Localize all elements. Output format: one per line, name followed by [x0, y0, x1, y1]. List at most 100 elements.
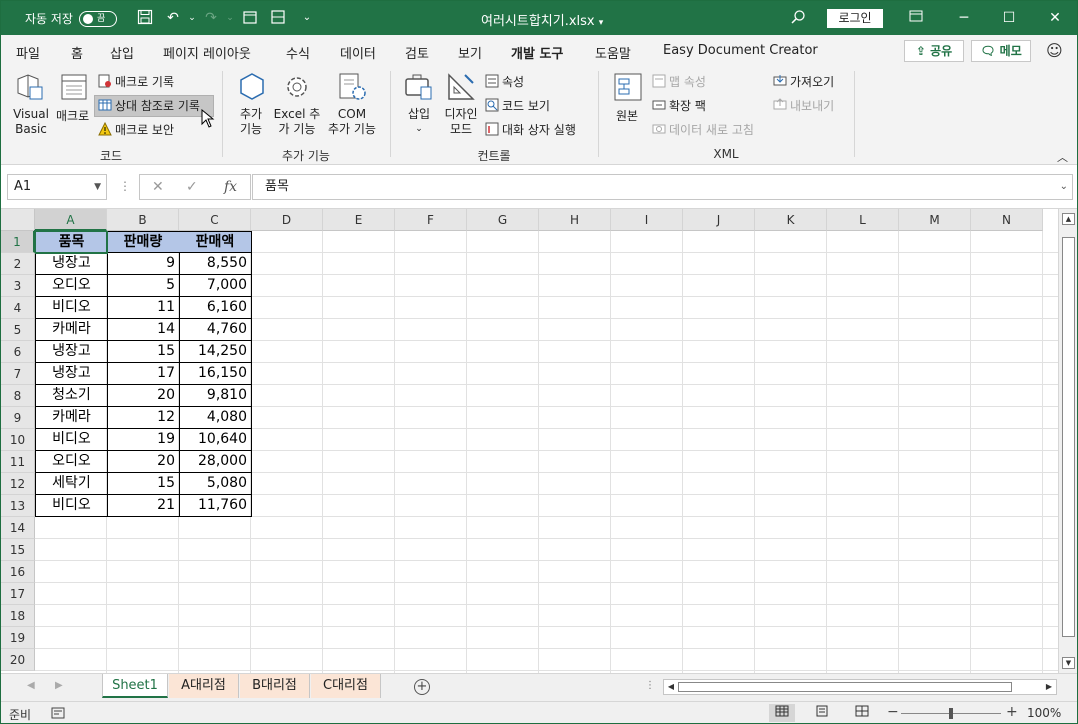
table-cell[interactable]: 8,550 — [179, 253, 252, 275]
table-cell[interactable]: 비디오 — [35, 297, 108, 319]
row-header-18[interactable]: 18 — [1, 605, 35, 627]
record-macro-button[interactable]: 매크로 기록 — [98, 73, 174, 90]
tab-help[interactable]: 도움말 — [595, 43, 631, 62]
zoom-in-icon[interactable]: + — [1006, 704, 1018, 720]
tab-easy-document-creator[interactable]: Easy Document Creator — [663, 43, 818, 58]
table-cell[interactable]: 15 — [107, 473, 180, 495]
memo-button[interactable]: 🗨 메모 — [971, 40, 1031, 62]
expansion-packs-button[interactable]: 확장 팩 — [652, 97, 706, 114]
title-dropdown-icon[interactable]: ▾ — [599, 18, 604, 28]
tab-data[interactable]: 데이터 — [340, 43, 376, 62]
customize-qat-icon[interactable]: ⌄ — [298, 9, 316, 27]
table-cell[interactable]: 카메라 — [35, 407, 108, 429]
table-cell[interactable]: 청소기 — [35, 385, 108, 407]
column-header-m[interactable]: M — [899, 209, 971, 231]
search-icon[interactable] — [789, 9, 807, 27]
tab-file[interactable]: 파일 — [16, 43, 40, 62]
expand-formula-icon[interactable]: ⌄ — [1060, 175, 1068, 199]
row-header-8[interactable]: 8 — [1, 385, 35, 407]
row-header-2[interactable]: 2 — [1, 253, 35, 275]
undo-dropdown-icon[interactable]: ⌄ — [183, 9, 201, 27]
row-header-10[interactable]: 10 — [1, 429, 35, 451]
table-cell[interactable]: 14 — [107, 319, 180, 341]
table-cell[interactable]: 16,150 — [179, 363, 252, 385]
next-sheet-icon[interactable]: ▶ — [55, 680, 63, 691]
table-cell[interactable]: 20 — [107, 451, 180, 473]
table-cell[interactable]: 카메라 — [35, 319, 108, 341]
row-header-1[interactable]: 1 — [1, 231, 35, 253]
save-icon[interactable] — [136, 9, 154, 27]
view-code-button[interactable]: 코드 보기 — [485, 97, 550, 114]
add-sheet-icon[interactable]: + — [414, 679, 430, 695]
table-cell[interactable]: 4,760 — [179, 319, 252, 341]
column-header-h[interactable]: H — [539, 209, 611, 231]
worksheet-grid[interactable]: 품목 판매량 판매액 냉장고 9 8,550 오디오 5 7,000 비디오 11 6,160 카메라 1… — [1, 209, 1058, 673]
tab-page-layout[interactable]: 페이지 레이아웃 — [163, 43, 251, 62]
row-header-7[interactable]: 7 — [1, 363, 35, 385]
addins-button[interactable]: 추가 기능 — [231, 107, 271, 137]
accessibility-icon[interactable] — [51, 706, 65, 723]
row-header-17[interactable]: 17 — [1, 583, 35, 605]
row-header-13[interactable]: 13 — [1, 495, 35, 517]
prev-sheet-icon[interactable]: ◀ — [27, 680, 35, 691]
vertical-scrollbar[interactable]: ▲ ▼ — [1058, 209, 1077, 673]
close-icon[interactable]: ✕ — [1044, 7, 1066, 29]
row-header-3[interactable]: 3 — [1, 275, 35, 297]
share-button[interactable]: ⇪ 공유 — [904, 40, 964, 62]
tab-home[interactable]: 홈 — [71, 43, 83, 62]
table-cell[interactable]: 28,000 — [179, 451, 252, 473]
enter-icon[interactable]: ✓ — [186, 179, 198, 195]
row-header-20[interactable]: 20 — [1, 649, 35, 671]
table-cell[interactable]: 15 — [107, 341, 180, 363]
zoom-slider-knob[interactable] — [949, 708, 953, 719]
table-cell[interactable]: 7,000 — [179, 275, 252, 297]
table-cell[interactable]: 오디오 — [35, 275, 108, 297]
zoom-slider[interactable] — [901, 708, 1001, 719]
column-header-l[interactable]: L — [827, 209, 899, 231]
formula-bar-splitter-icon[interactable]: ⋮ — [119, 179, 131, 193]
table-cell[interactable]: 오디오 — [35, 451, 108, 473]
column-header-i[interactable]: I — [611, 209, 683, 231]
sheet-tab-b[interactable]: B대리점 — [240, 674, 310, 698]
horizontal-scrollbar[interactable]: ◀ ▶ — [663, 679, 1057, 695]
table-cell[interactable]: 비디오 — [35, 495, 108, 517]
name-box[interactable]: A1 ▼ — [7, 174, 107, 200]
column-header-k[interactable]: K — [755, 209, 827, 231]
properties-button[interactable]: 속성 — [485, 73, 524, 90]
table-cell[interactable]: 5 — [107, 275, 180, 297]
table-cell[interactable]: 11 — [107, 297, 180, 319]
ribbon-display-icon[interactable] — [905, 7, 927, 29]
zoom-out-icon[interactable]: − — [887, 704, 899, 720]
column-header-a[interactable]: A — [35, 209, 107, 231]
tab-view[interactable]: 보기 — [458, 43, 482, 62]
column-header-d[interactable]: D — [251, 209, 323, 231]
design-mode-button[interactable]: 디자인 모드 — [439, 107, 483, 137]
table-cell[interactable]: 냉장고 — [35, 341, 108, 363]
column-header-n[interactable]: N — [971, 209, 1043, 231]
normal-view-icon[interactable] — [769, 704, 795, 722]
table-cell[interactable]: 10,640 — [179, 429, 252, 451]
table-cell[interactable]: 12 — [107, 407, 180, 429]
column-header-g[interactable]: G — [467, 209, 539, 231]
refresh-data-button[interactable]: 데이터 새로 고침 — [652, 121, 754, 138]
table-cell[interactable]: 9 — [107, 253, 180, 275]
row-header-16[interactable]: 16 — [1, 561, 35, 583]
export-button[interactable]: 내보내기 — [773, 97, 834, 114]
autosave[interactable]: 자동 저장 끔 — [25, 10, 117, 27]
table-cell[interactable]: 19 — [107, 429, 180, 451]
table-cell[interactable]: 5,080 — [179, 473, 252, 495]
redo-dropdown-icon[interactable]: ⌄ — [221, 9, 239, 27]
row-header-6[interactable]: 6 — [1, 341, 35, 363]
formula-input[interactable]: 품목 ⌄ — [252, 174, 1073, 200]
page-layout-view-icon[interactable] — [809, 704, 835, 722]
name-box-dropdown-icon[interactable]: ▼ — [94, 175, 101, 199]
column-header-c[interactable]: C — [179, 209, 251, 231]
map-properties-button[interactable]: 맵 속성 — [652, 73, 706, 90]
tab-developer[interactable]: 개발 도구 — [511, 43, 564, 68]
scroll-up-icon[interactable]: ▲ — [1062, 213, 1075, 225]
autosave-toggle[interactable]: 끔 — [78, 10, 117, 27]
vertical-scroll-thumb[interactable] — [1062, 237, 1075, 637]
row-header-9[interactable]: 9 — [1, 407, 35, 429]
row-header-14[interactable]: 14 — [1, 517, 35, 539]
tab-formulas[interactable]: 수식 — [286, 43, 310, 62]
